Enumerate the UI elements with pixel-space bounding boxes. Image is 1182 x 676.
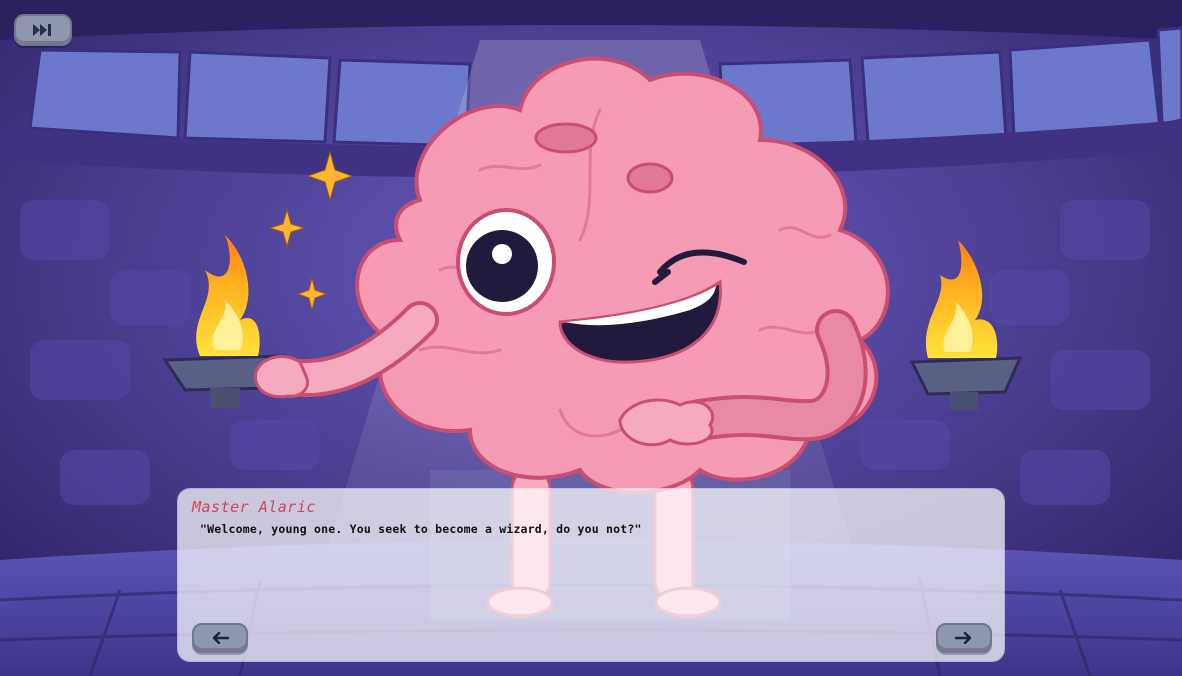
arrow-right-icon [955,632,973,644]
next-button[interactable] [936,623,992,653]
speaker-name: Master Alaric [192,498,316,516]
previous-button[interactable] [192,623,248,653]
arrow-left-icon [211,632,229,644]
fast-forward-icon [32,23,54,37]
dialog-box: Master Alaric "Welcome, young one. You s… [178,489,1004,661]
dialog-text: "Welcome, young one. You seek to become … [200,522,642,536]
skip-button[interactable] [14,14,72,46]
